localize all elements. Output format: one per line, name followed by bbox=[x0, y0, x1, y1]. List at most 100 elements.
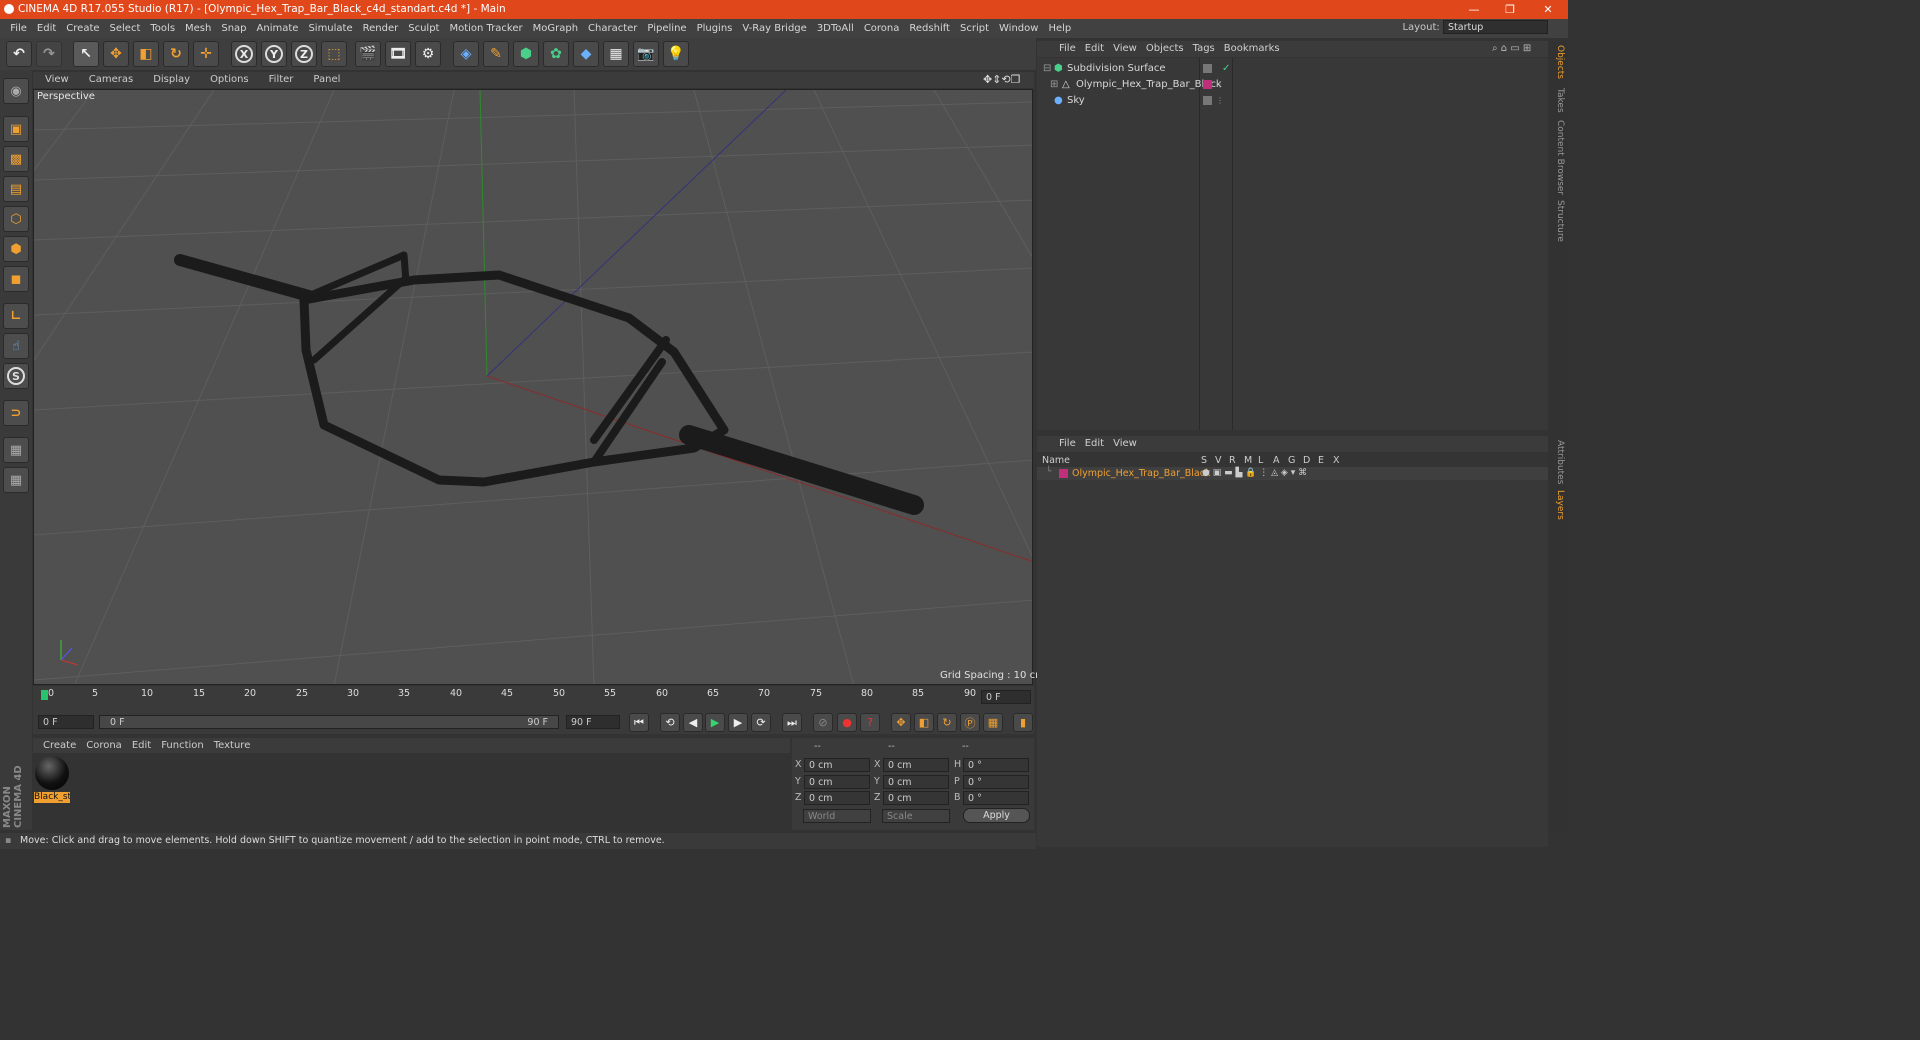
layer-menu-view[interactable]: View bbox=[1113, 436, 1137, 452]
visibility-toggle-icon[interactable] bbox=[1203, 64, 1212, 73]
menu-help[interactable]: Help bbox=[1043, 19, 1076, 38]
subdivision-surface-icon[interactable]: ⬢ bbox=[513, 41, 539, 67]
object-menu-view[interactable]: View bbox=[1113, 41, 1137, 57]
scale-tool-icon[interactable]: ◧ bbox=[133, 41, 159, 67]
workplane-mode-icon[interactable]: ▤ bbox=[3, 176, 29, 202]
object-menu-tags[interactable]: Tags bbox=[1193, 41, 1215, 57]
material-menu-create[interactable]: Create bbox=[43, 738, 76, 753]
menu-animate[interactable]: Animate bbox=[252, 19, 304, 38]
timeline-ruler[interactable] bbox=[33, 686, 1034, 712]
move-tool-icon[interactable]: ✥ bbox=[103, 41, 129, 67]
material-menu-corona[interactable]: Corona bbox=[86, 738, 122, 753]
viewport-menu-options[interactable]: Options bbox=[210, 72, 257, 88]
model-mode-icon[interactable]: ▣ bbox=[3, 116, 29, 142]
tab-layers[interactable]: Layers bbox=[1551, 490, 1565, 520]
viewport-nav-icons[interactable]: ✥⇕⟲❐ bbox=[983, 72, 1021, 88]
perspective-viewport[interactable] bbox=[33, 89, 1033, 685]
menu-pipeline[interactable]: Pipeline bbox=[642, 19, 691, 38]
layout-dropdown[interactable]: Startup bbox=[1443, 20, 1548, 34]
object-row-sky[interactable]: ● Sky ⋮ bbox=[1040, 93, 1547, 108]
material-menu-edit[interactable]: Edit bbox=[132, 738, 151, 753]
layer-color-swatch[interactable] bbox=[1059, 469, 1068, 478]
menu-mograph[interactable]: MoGraph bbox=[528, 19, 583, 38]
points-mode-icon[interactable]: ⬡ bbox=[3, 206, 29, 232]
column-name[interactable]: Name bbox=[1042, 454, 1070, 467]
menu-3dtoall[interactable]: 3DToAll bbox=[812, 19, 859, 38]
world-dropdown[interactable]: World bbox=[803, 809, 871, 823]
viewport-menu-display[interactable]: Display bbox=[153, 72, 198, 88]
light-icon[interactable]: 💡 bbox=[663, 41, 689, 67]
key-pla-icon[interactable]: ▦ bbox=[983, 713, 1003, 732]
key-parameter-icon[interactable]: Ⓟ bbox=[960, 713, 980, 732]
tab-content-browser[interactable]: Content Browser bbox=[1551, 120, 1565, 195]
column-locked[interactable]: L bbox=[1258, 454, 1263, 467]
column-generators[interactable]: G bbox=[1288, 454, 1295, 467]
size-z-field[interactable]: 0 cm bbox=[883, 791, 949, 805]
collapse-icon[interactable]: ⊟ bbox=[1043, 61, 1051, 76]
minimize-button[interactable]: — bbox=[1456, 0, 1492, 19]
redo-icon[interactable]: ↷ bbox=[36, 41, 62, 67]
previous-key-icon[interactable]: ⟲ bbox=[660, 713, 680, 732]
next-frame-icon[interactable]: ▶ bbox=[728, 713, 748, 732]
layer-toggle-icons[interactable]: ● ▣ ▬ ▙ 🔒 ⋮ ◬ ◈ ▾ ⌘ bbox=[1202, 467, 1307, 480]
column-deformers[interactable]: D bbox=[1303, 454, 1310, 467]
edges-mode-icon[interactable]: ⬢ bbox=[3, 236, 29, 262]
size-x-field[interactable]: 0 cm bbox=[883, 758, 949, 772]
position-z-field[interactable]: 0 cm bbox=[804, 791, 870, 805]
menu-character[interactable]: Character bbox=[583, 19, 642, 38]
viewport-menu-filter[interactable]: Filter bbox=[269, 72, 302, 88]
column-manager[interactable]: M bbox=[1244, 454, 1252, 467]
workplane-lock-icon[interactable]: ▦ bbox=[3, 437, 29, 463]
material-name-label[interactable]: Black_st bbox=[34, 792, 70, 803]
next-key-icon[interactable]: ⟳ bbox=[751, 713, 771, 732]
restore-button[interactable]: ❐ bbox=[1492, 0, 1528, 19]
position-x-field[interactable]: 0 cm bbox=[804, 758, 870, 772]
material-menu-texture[interactable]: Texture bbox=[214, 738, 251, 753]
scale-dropdown[interactable]: Scale bbox=[882, 809, 950, 823]
x-axis-lock-button[interactable]: X bbox=[231, 41, 257, 67]
tweak-mode-icon[interactable]: ☝ bbox=[3, 333, 29, 359]
recent-tool-icon[interactable]: ✛ bbox=[193, 41, 219, 67]
visibility-toggle-icon[interactable] bbox=[1203, 96, 1212, 105]
close-button[interactable]: ✕ bbox=[1530, 0, 1566, 19]
menu-create[interactable]: Create bbox=[61, 19, 104, 38]
menu-corona[interactable]: Corona bbox=[859, 19, 905, 38]
layer-name[interactable]: Olympic_Hex_Trap_Bar_Black bbox=[1072, 467, 1210, 480]
current-frame-field[interactable]: 0 F bbox=[981, 690, 1031, 704]
column-render[interactable]: R bbox=[1229, 454, 1236, 467]
previous-frame-icon[interactable]: ◀ bbox=[683, 713, 703, 732]
column-animation[interactable]: A bbox=[1273, 454, 1280, 467]
visibility-dots-icon[interactable]: ⋮ bbox=[1216, 93, 1224, 108]
menu-window[interactable]: Window bbox=[994, 19, 1043, 38]
tab-structure[interactable]: Structure bbox=[1551, 200, 1565, 242]
tab-objects[interactable]: Objects bbox=[1551, 45, 1565, 79]
menu-render[interactable]: Render bbox=[358, 19, 404, 38]
apply-button[interactable]: Apply bbox=[963, 808, 1030, 823]
menu-edit[interactable]: Edit bbox=[32, 19, 61, 38]
menu-plugins[interactable]: Plugins bbox=[692, 19, 738, 38]
workplane-align-icon[interactable]: ▦ bbox=[3, 467, 29, 493]
texture-mode-icon[interactable]: ▩ bbox=[3, 146, 29, 172]
column-xref[interactable]: X bbox=[1333, 454, 1340, 467]
layer-row[interactable]: └ Olympic_Hex_Trap_Bar_Black ● ▣ ▬ ▙ 🔒 ⋮… bbox=[1037, 467, 1548, 480]
visibility-dots-icon[interactable]: ⋮ bbox=[1216, 77, 1224, 92]
snapping-icon[interactable]: S bbox=[3, 363, 29, 389]
coordinate-system-icon[interactable]: ⬚ bbox=[321, 41, 347, 67]
render-view-icon[interactable]: 🎬 bbox=[355, 41, 381, 67]
position-y-field[interactable]: 0 cm bbox=[804, 775, 870, 789]
enabled-check-icon[interactable]: ✓ bbox=[1222, 61, 1230, 76]
floor-icon[interactable]: ▦ bbox=[603, 41, 629, 67]
rotate-tool-icon[interactable]: ↻ bbox=[163, 41, 189, 67]
deformer-icon[interactable]: ◆ bbox=[573, 41, 599, 67]
layer-menu-edit[interactable]: Edit bbox=[1085, 436, 1104, 452]
keyframe-help-icon[interactable]: ? bbox=[860, 713, 880, 732]
layer-menu-file[interactable]: File bbox=[1059, 436, 1076, 452]
play-forward-icon[interactable]: ▶ bbox=[705, 713, 725, 732]
viewport-menu-view[interactable]: View bbox=[45, 72, 77, 88]
menu-simulate[interactable]: Simulate bbox=[303, 19, 357, 38]
menu-script[interactable]: Script bbox=[955, 19, 994, 38]
spline-pen-icon[interactable]: ✎ bbox=[483, 41, 509, 67]
magnet-icon[interactable]: ⊃ bbox=[3, 400, 29, 426]
go-to-start-icon[interactable]: ⏮ bbox=[629, 713, 649, 732]
camera-icon[interactable]: 📷 bbox=[633, 41, 659, 67]
